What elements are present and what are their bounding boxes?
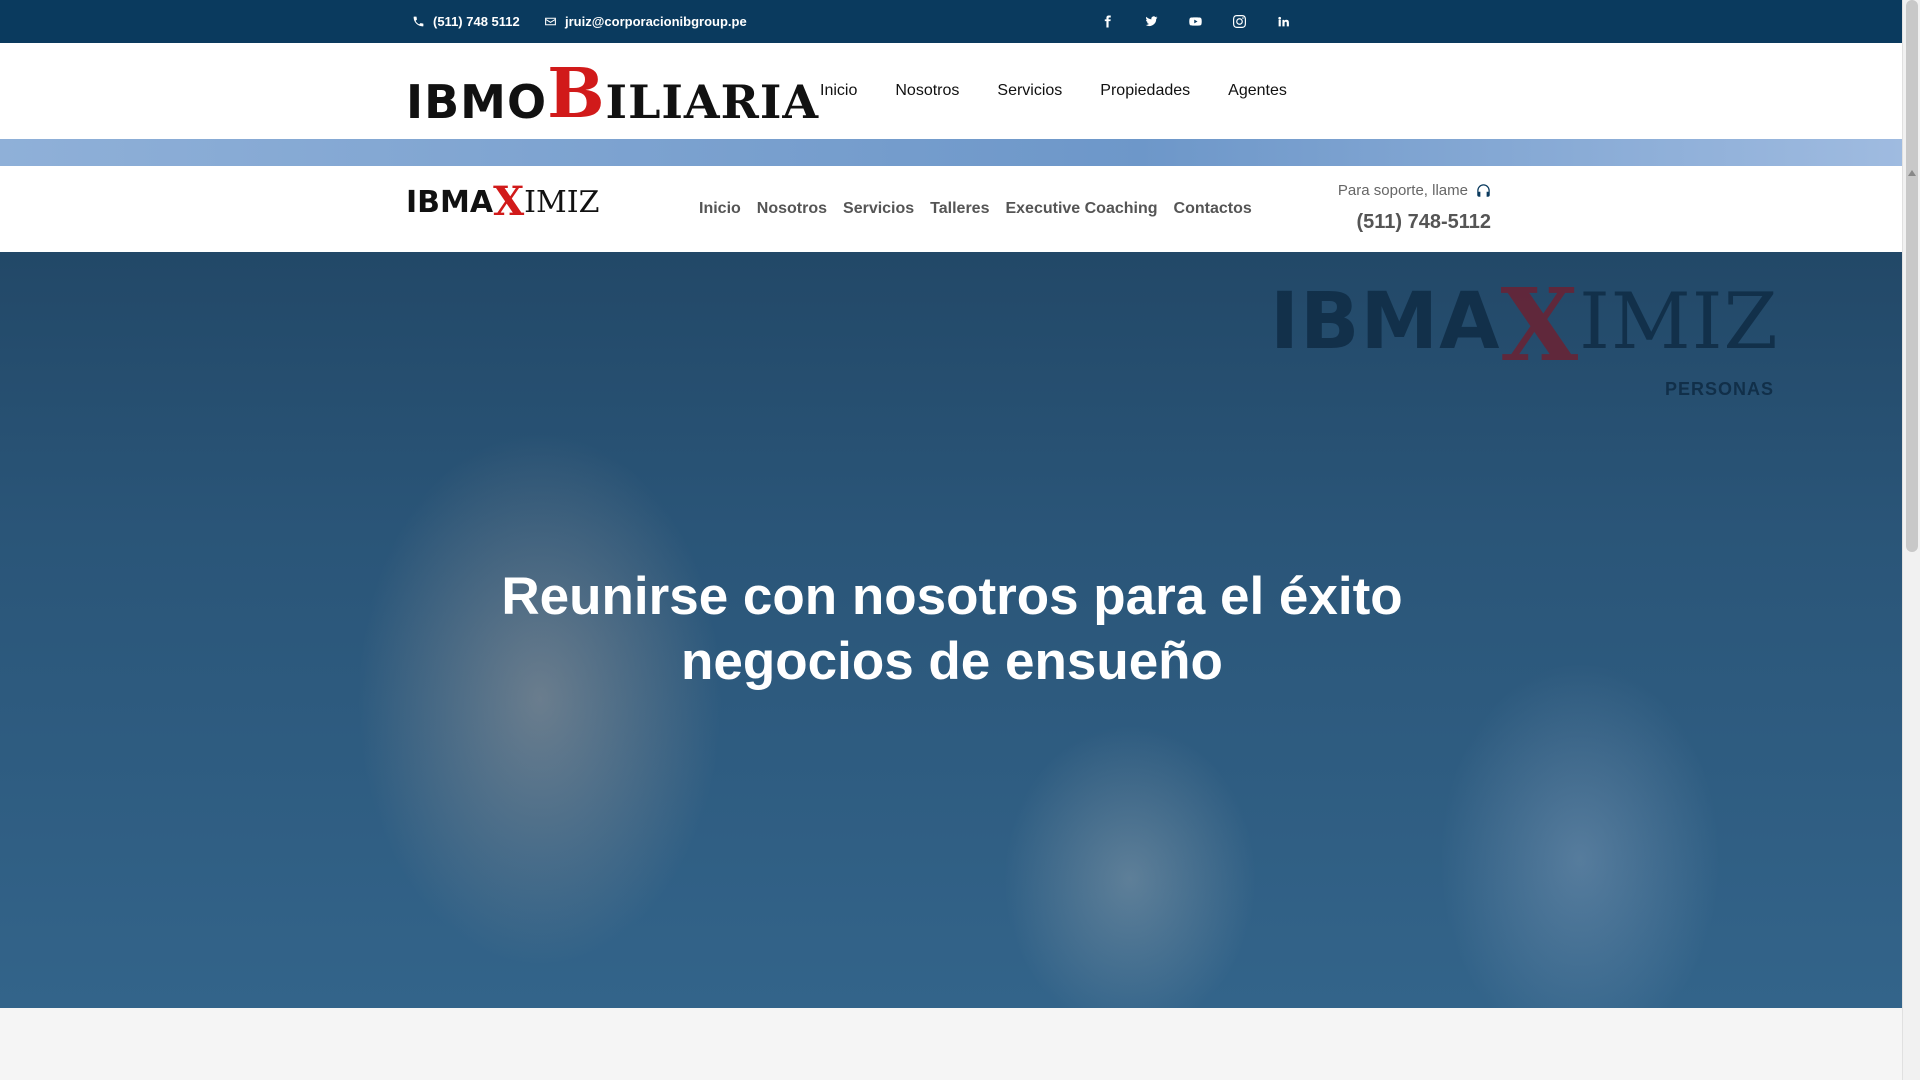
instagram-icon [1232, 15, 1246, 28]
subnav-nosotros[interactable]: Nosotros [757, 200, 827, 218]
youtube-icon [1188, 17, 1202, 26]
vertical-scrollbar[interactable] [1902, 0, 1920, 1080]
hero-title: Reunirse con nosotros para el éxito nego… [352, 564, 1552, 694]
linkedin-icon [1277, 16, 1289, 27]
ibmaximiz-logo[interactable]: IBMA X IMIZ [406, 178, 600, 225]
logo-text-part3: ILIARIA [605, 75, 820, 129]
topbar-phone-text: (511) 748 5112 [433, 14, 520, 29]
instagram-link[interactable] [1217, 15, 1261, 28]
logo-text-part1: IBMO [406, 75, 548, 129]
support-phone[interactable]: (511) 748-5112 [1331, 211, 1491, 234]
topbar-phone[interactable]: (511) 748 5112 [412, 0, 520, 43]
hero-title-line1: Reunirse con nosotros para el éxito [501, 567, 1403, 626]
topbar-email[interactable]: jruiz@corporacionibgroup.pe [544, 0, 747, 43]
nav-agentes[interactable]: Agentes [1228, 82, 1287, 100]
nav-nosotros[interactable]: Nosotros [895, 82, 959, 100]
social-links [1085, 0, 1305, 43]
youtube-link[interactable] [1173, 15, 1217, 28]
hero-logo-part2: X [1500, 266, 1580, 384]
envelope-icon [545, 17, 556, 26]
logo-text-part2: B [547, 54, 606, 134]
support-label-text: Para soporte, llame [1337, 182, 1468, 199]
ibmaximiz-nav: Inicio Nosotros Servicios Talleres Execu… [699, 166, 1268, 252]
hero-top-strip [0, 139, 1902, 166]
sub-logo-part3: IMIZ [524, 185, 600, 220]
nav-servicios[interactable]: Servicios [997, 82, 1062, 100]
scroll-up-arrow[interactable] [1903, 166, 1920, 180]
hero-ibmaximiz-logo: IBMA X IMIZ [1270, 266, 1779, 384]
phone-icon [413, 16, 424, 27]
hero-logo-part1: IBMA [1270, 277, 1501, 367]
top-contact-bar: (511) 748 5112 jruiz@corporacionibgroup.… [0, 0, 1902, 43]
support-contact: Para soporte, llame (511) 748-5112 [1331, 182, 1491, 234]
main-header: IBMO B ILIARIA Inicio Nosotros Servicios… [0, 43, 1902, 139]
scrollbar-thumb[interactable] [1906, 0, 1918, 552]
hero-logo-part3: IMIZ [1579, 277, 1779, 367]
subnav-executive-coaching[interactable]: Executive Coaching [1005, 200, 1157, 218]
nav-propiedades[interactable]: Propiedades [1100, 82, 1190, 100]
subnav-servicios[interactable]: Servicios [843, 200, 914, 218]
subnav-contactos[interactable]: Contactos [1174, 200, 1252, 218]
nav-inicio[interactable]: Inicio [820, 82, 857, 100]
subnav-inicio[interactable]: Inicio [699, 200, 741, 218]
page-bottom-section [0, 1008, 1902, 1080]
main-nav: Inicio Nosotros Servicios Propiedades Ag… [820, 43, 1325, 139]
twitter-icon [1145, 16, 1157, 27]
facebook-link[interactable] [1085, 15, 1129, 28]
ibmaximiz-header: IBMA X IMIZ Inicio Nosotros Servicios Ta… [0, 166, 1902, 252]
sub-logo-part1: IBMA [406, 185, 494, 220]
subnav-talleres[interactable]: Talleres [930, 200, 989, 218]
twitter-link[interactable] [1129, 15, 1173, 28]
hero-section: IBMA X IMIZ Inicio Nosotros Servicios Ta… [0, 139, 1902, 1008]
headphones-icon [1477, 184, 1490, 197]
support-label: Para soporte, llame [1331, 182, 1491, 199]
hero-logo-subtitle: PERSONAS [1665, 379, 1775, 399]
facebook-icon [1104, 15, 1111, 28]
chevron-up-icon [1908, 170, 1916, 176]
ibmobiliaria-logo[interactable]: IBMO B ILIARIA [406, 54, 820, 134]
topbar-email-text: jruiz@corporacionibgroup.pe [565, 14, 747, 29]
linkedin-link[interactable] [1261, 15, 1305, 28]
hero-title-line2: negocios de ensueño [681, 632, 1223, 691]
sub-logo-part2: X [493, 178, 525, 225]
